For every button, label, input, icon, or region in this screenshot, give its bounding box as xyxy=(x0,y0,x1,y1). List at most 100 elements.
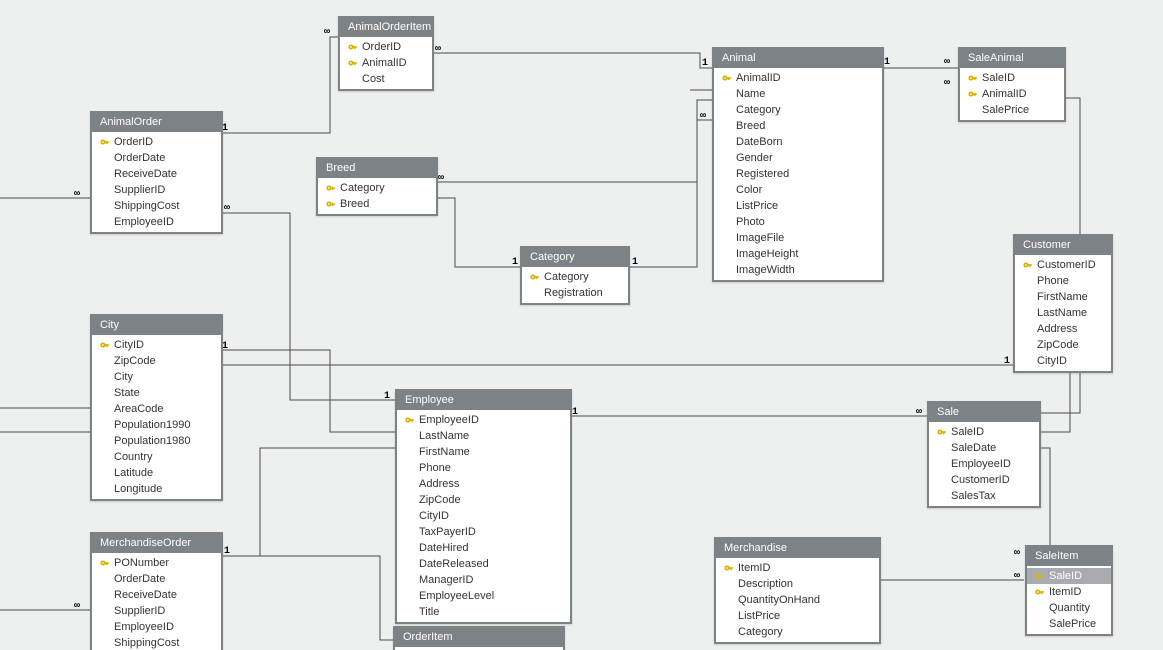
table-orderitem[interactable]: OrderItemPONumber xyxy=(393,626,565,650)
field-row[interactable]: ImageHeight xyxy=(714,246,882,262)
field-row[interactable]: DateReleased xyxy=(397,556,570,572)
field-row[interactable]: Latitude xyxy=(92,465,221,481)
field-row[interactable]: Category xyxy=(522,269,628,285)
table-header[interactable]: OrderItem xyxy=(395,628,563,647)
field-row[interactable]: Name xyxy=(714,86,882,102)
field-row[interactable]: Breed xyxy=(318,196,436,212)
field-row[interactable]: AreaCode xyxy=(92,401,221,417)
table-header[interactable]: AnimalOrderItem xyxy=(340,18,432,37)
field-row[interactable]: SalePrice xyxy=(1027,616,1111,632)
field-row[interactable]: ZipCode xyxy=(92,353,221,369)
field-row[interactable]: ItemID xyxy=(1027,584,1111,600)
field-row[interactable]: Photo xyxy=(714,214,882,230)
table-category[interactable]: CategoryCategoryRegistration xyxy=(520,246,630,305)
field-row[interactable]: CityID xyxy=(1015,353,1111,369)
field-row[interactable]: AnimalID xyxy=(714,70,882,86)
field-row[interactable]: OrderID xyxy=(92,134,221,150)
field-row[interactable]: LastName xyxy=(397,428,570,444)
table-header[interactable]: Employee xyxy=(397,391,570,410)
table-header[interactable]: Merchandise xyxy=(716,539,879,558)
field-row[interactable]: Breed xyxy=(714,118,882,134)
field-row[interactable]: ListPrice xyxy=(714,198,882,214)
field-row[interactable]: Country xyxy=(92,449,221,465)
field-row[interactable]: Category xyxy=(318,180,436,196)
table-customer[interactable]: CustomerCustomerIDPhoneFirstNameLastName… xyxy=(1013,234,1113,373)
table-header[interactable]: Breed xyxy=(318,159,436,178)
field-row[interactable]: CustomerID xyxy=(1015,257,1111,273)
field-row[interactable]: SaleDate xyxy=(929,440,1039,456)
table-sale[interactable]: Sale SaleIDSaleDateEmployeeIDCustomerIDSa… xyxy=(927,401,1041,508)
field-row[interactable]: SalesTax xyxy=(929,488,1039,504)
table-header[interactable]: Category xyxy=(522,248,628,267)
field-row[interactable]: Longitude xyxy=(92,481,221,497)
field-row[interactable]: ListPrice xyxy=(716,608,879,624)
field-row[interactable]: EmployeeID xyxy=(397,412,570,428)
table-saleanimal[interactable]: SaleAnimal SaleIDAnimalIDSalePrice xyxy=(958,47,1066,122)
field-row[interactable]: ZipCode xyxy=(1015,337,1111,353)
field-row[interactable]: Quantity xyxy=(1027,600,1111,616)
field-row[interactable]: TaxPayerID xyxy=(397,524,570,540)
field-row[interactable]: AnimalID xyxy=(340,55,432,71)
field-row[interactable]: Description xyxy=(716,576,879,592)
field-row[interactable]: Color xyxy=(714,182,882,198)
field-row[interactable]: ImageWidth xyxy=(714,262,882,278)
table-header[interactable]: MerchandiseOrder xyxy=(92,534,221,553)
field-row[interactable]: DateHired xyxy=(397,540,570,556)
table-animalorder[interactable]: AnimalOrder OrderIDOrderDateReceiveDateSu… xyxy=(90,111,223,234)
field-row[interactable]: Address xyxy=(397,476,570,492)
table-header[interactable]: Sale xyxy=(929,403,1039,422)
field-row[interactable]: ShippingCost xyxy=(92,198,221,214)
table-header[interactable]: SaleItem xyxy=(1027,547,1111,566)
table-merchandise[interactable]: MerchandiseItemIDDescriptionQuantityOnHa… xyxy=(714,537,881,644)
table-breed[interactable]: BreedCategoryBreed xyxy=(316,157,438,216)
table-saleitem[interactable]: SaleItem SaleIDItemIDQuantitySalePrice xyxy=(1025,545,1113,636)
field-row[interactable]: OrderDate xyxy=(92,150,221,166)
table-header[interactable]: City xyxy=(92,316,221,335)
field-row[interactable]: Registration xyxy=(522,285,628,301)
field-row[interactable]: CustomerID xyxy=(929,472,1039,488)
field-row[interactable]: SupplierID xyxy=(92,182,221,198)
field-row[interactable]: DateBorn xyxy=(714,134,882,150)
field-row[interactable]: SaleID xyxy=(1027,568,1111,584)
field-row[interactable]: State xyxy=(92,385,221,401)
field-row[interactable]: OrderDate xyxy=(92,571,221,587)
field-row[interactable]: ManagerID xyxy=(397,572,570,588)
table-animalorderitem[interactable]: AnimalOrderItemOrderIDAnimalIDCost xyxy=(338,16,434,91)
field-row[interactable]: CityID xyxy=(92,337,221,353)
field-row[interactable]: Phone xyxy=(397,460,570,476)
field-row[interactable]: SaleID xyxy=(960,70,1064,86)
field-row[interactable]: ReceiveDate xyxy=(92,166,221,182)
field-row[interactable]: SaleID xyxy=(929,424,1039,440)
field-row[interactable]: LastName xyxy=(1015,305,1111,321)
field-row[interactable]: FirstName xyxy=(1015,289,1111,305)
field-row[interactable]: ImageFile xyxy=(714,230,882,246)
field-row[interactable]: FirstName xyxy=(397,444,570,460)
field-row[interactable]: Population1990 xyxy=(92,417,221,433)
field-row[interactable]: Title xyxy=(397,604,570,620)
field-row[interactable]: Population1980 xyxy=(92,433,221,449)
table-employee[interactable]: Employee EmployeeIDLastNameFirstNamePhone… xyxy=(395,389,572,624)
field-row[interactable]: PONumber xyxy=(92,555,221,571)
field-row[interactable]: City xyxy=(92,369,221,385)
table-animal[interactable]: AnimalAnimalIDNameCategoryBreedDateBornG… xyxy=(712,47,884,282)
table-header[interactable]: Animal xyxy=(714,49,882,68)
field-row[interactable]: ReceiveDate xyxy=(92,587,221,603)
field-row[interactable]: Phone xyxy=(1015,273,1111,289)
field-row[interactable]: ZipCode xyxy=(397,492,570,508)
field-row[interactable]: Registered xyxy=(714,166,882,182)
field-row[interactable]: CityID xyxy=(397,508,570,524)
table-city[interactable]: CityCityIDZipCodeCityStateAreaCodePopula… xyxy=(90,314,223,501)
table-merchandiseorder[interactable]: MerchandiseOrder PONumberOrderDateReceive… xyxy=(90,532,223,650)
field-row[interactable]: Address xyxy=(1015,321,1111,337)
field-row[interactable]: Category xyxy=(716,624,879,640)
field-row[interactable]: EmployeeLevel xyxy=(397,588,570,604)
field-row[interactable]: SalePrice xyxy=(960,102,1064,118)
table-header[interactable]: SaleAnimal xyxy=(960,49,1064,68)
field-row[interactable]: Gender xyxy=(714,150,882,166)
field-row[interactable]: EmployeeID xyxy=(92,214,221,230)
field-row[interactable]: AnimalID xyxy=(960,86,1064,102)
table-header[interactable]: AnimalOrder xyxy=(92,113,221,132)
field-row[interactable]: EmployeeID xyxy=(929,456,1039,472)
field-row[interactable]: SupplierID xyxy=(92,603,221,619)
field-row[interactable]: OrderID xyxy=(340,39,432,55)
